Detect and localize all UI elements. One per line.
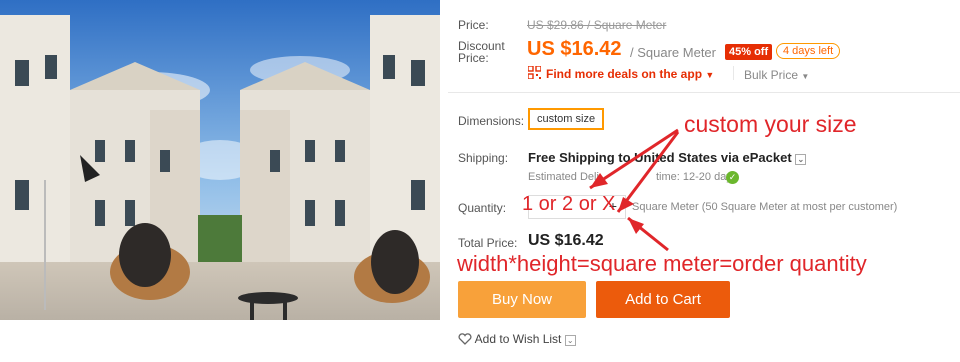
price-unit: / Square Meter	[630, 45, 716, 60]
add-to-wish-list-link[interactable]: Add to Wish List ⌄	[458, 332, 576, 346]
price-label: Price:	[458, 18, 489, 32]
annotation-arrows	[589, 128, 680, 252]
annotation-formula: width*height=square meter=order quantity	[457, 251, 867, 276]
caret-down-icon: ▼	[801, 72, 810, 81]
original-price: US $29.86 / Square Meter	[527, 18, 667, 32]
add-to-cart-button[interactable]: Add to Cart	[596, 281, 730, 318]
annotation-quantity: 1 or 2 or X	[522, 193, 616, 215]
bulk-price-label: Bulk Price	[744, 68, 799, 82]
days-left-badge: 4 days left	[776, 43, 841, 59]
wish-list-dropdown-icon[interactable]: ⌄	[564, 335, 576, 346]
section-divider	[448, 92, 960, 93]
shipping-dropdown-icon[interactable]: ⌄	[795, 154, 807, 165]
product-image[interactable]	[0, 0, 440, 320]
bulk-price-dropdown[interactable]: Bulk Price ▼	[744, 68, 809, 82]
check-icon: ✓	[726, 171, 739, 184]
mural-scene-image	[0, 0, 440, 320]
wish-list-label: Add to Wish List	[474, 332, 562, 346]
find-deals-app-link[interactable]: Find more deals on the app ▼	[546, 67, 714, 81]
deals-divider	[733, 66, 734, 80]
discount-label-line2: Price:	[458, 51, 489, 65]
caret-down-icon: ▼	[705, 70, 715, 80]
buy-now-button[interactable]: Buy Now	[458, 281, 586, 318]
find-deals-app-label: Find more deals on the app	[546, 67, 703, 81]
discount-percent-badge: 45% off	[725, 44, 773, 60]
heart-icon	[458, 333, 472, 345]
qr-code-icon	[527, 65, 542, 80]
annotation-custom-size: custom your size	[684, 111, 857, 137]
discount-price: US $16.42	[527, 38, 622, 60]
